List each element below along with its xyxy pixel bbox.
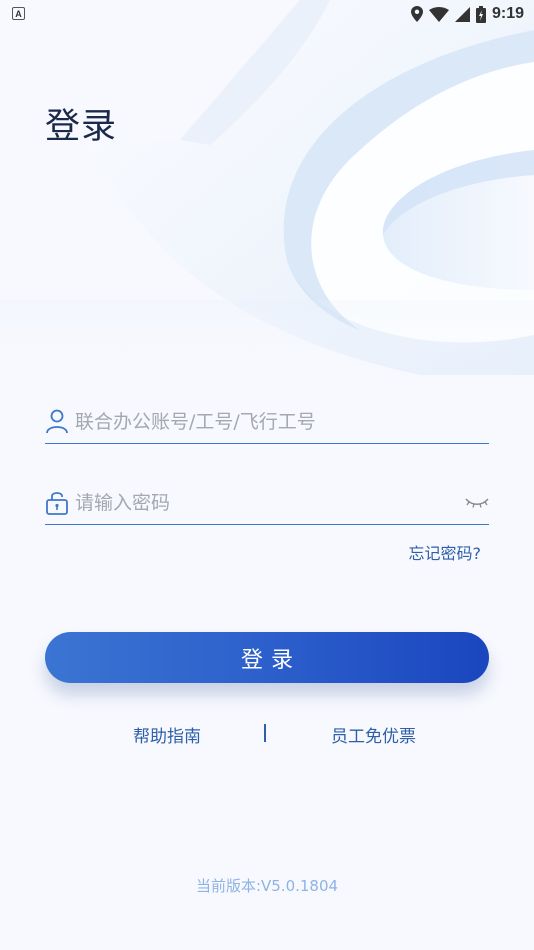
page-title: 登录 xyxy=(45,107,118,147)
bottom-links: 帮助指南 员工免优票 xyxy=(0,722,534,748)
status-icons: 9:19 xyxy=(410,4,524,24)
employee-ticket-link[interactable]: 员工免优票 xyxy=(331,722,416,747)
account-input[interactable] xyxy=(73,406,457,438)
wifi-icon xyxy=(428,6,449,22)
user-icon xyxy=(46,409,68,434)
account-field xyxy=(45,400,489,444)
help-guide-link[interactable]: 帮助指南 xyxy=(133,722,201,747)
lock-icon xyxy=(46,492,68,515)
location-icon xyxy=(410,6,423,22)
login-button[interactable]: 登录 xyxy=(45,632,489,683)
link-separator xyxy=(264,724,266,742)
forgot-password-link[interactable]: 忘记密码? xyxy=(409,540,482,564)
version-text: 当前版本:V5.0.1804 xyxy=(195,877,339,895)
password-input[interactable] xyxy=(73,487,457,519)
eye-closed-icon[interactable] xyxy=(465,495,489,509)
password-field xyxy=(45,481,489,525)
battery-icon xyxy=(475,5,486,23)
notification-a-icon: A xyxy=(12,7,25,20)
signal-icon xyxy=(454,6,470,22)
background-art xyxy=(0,0,534,380)
status-time: 9:19 xyxy=(491,5,524,22)
status-bar: A 9:19 xyxy=(0,0,534,28)
